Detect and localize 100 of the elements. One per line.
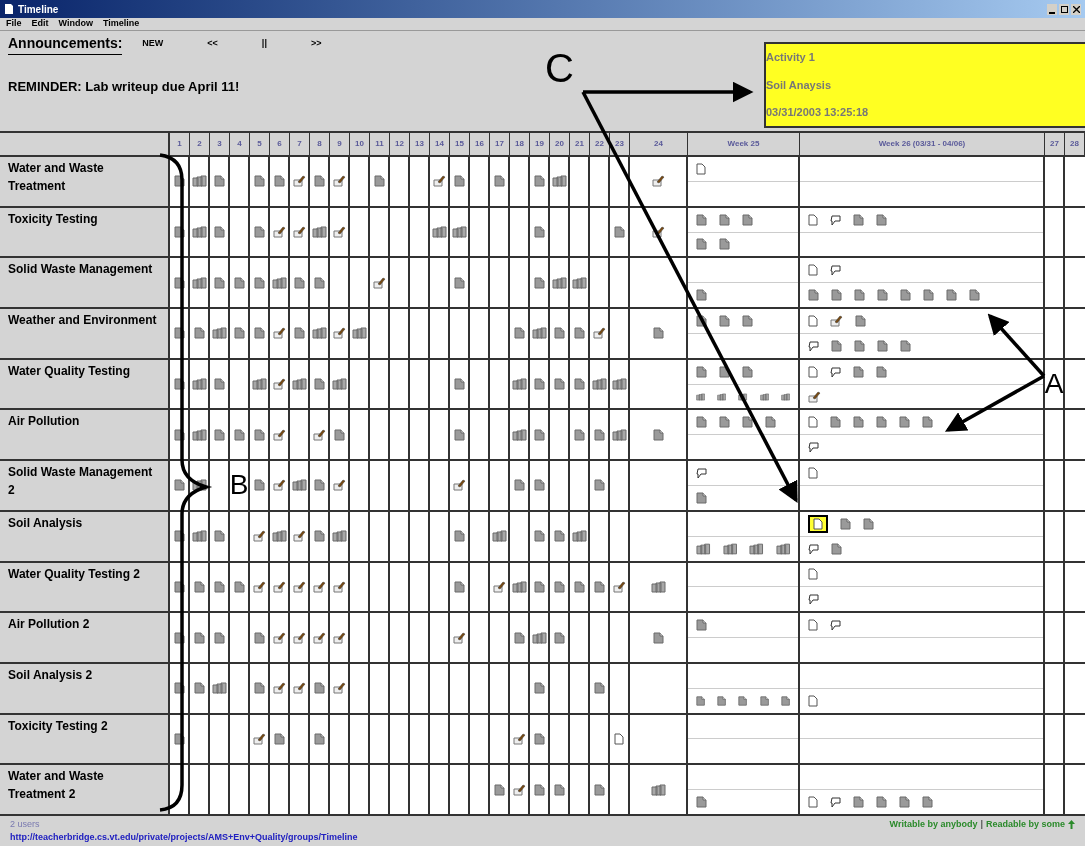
speech-bubble-icon[interactable] [830, 213, 841, 226]
announcement-control[interactable]: << [207, 37, 218, 51]
timeline-cell[interactable] [370, 207, 390, 257]
timeline-cell[interactable] [190, 511, 210, 561]
timeline-cell[interactable] [490, 461, 510, 510]
timeline-cell[interactable] [570, 309, 590, 358]
timeline-cell[interactable] [530, 562, 550, 612]
pencil-document-icon[interactable] [332, 479, 346, 492]
timeline-cell[interactable] [1065, 511, 1085, 561]
timeline-cell[interactable] [630, 765, 688, 814]
document-icon[interactable] [173, 428, 185, 441]
timeline-cell[interactable] [570, 410, 590, 460]
timeline-cell[interactable] [630, 410, 688, 460]
timeline-cell[interactable] [310, 511, 330, 561]
timeline-cell[interactable] [190, 765, 210, 814]
timeline-cell[interactable] [310, 359, 330, 409]
timeline-cell[interactable] [370, 258, 390, 308]
speech-bubble-icon[interactable] [808, 542, 819, 555]
pencil-document-icon[interactable] [372, 276, 386, 289]
timeline-cell[interactable] [530, 309, 550, 358]
timeline-cell[interactable] [330, 663, 350, 713]
timeline-cell[interactable] [310, 714, 330, 764]
timeline-cell[interactable] [570, 258, 590, 308]
timeline-cell[interactable] [590, 207, 610, 257]
timeline-cell[interactable] [590, 461, 610, 510]
timeline-cell[interactable] [590, 714, 610, 764]
timeline-cell[interactable] [1045, 410, 1065, 460]
timeline-cell[interactable] [1045, 613, 1065, 662]
timeline-cell[interactable] [330, 309, 350, 358]
timeline-cell[interactable] [250, 207, 270, 257]
timeline-cell[interactable] [1045, 258, 1065, 308]
page-icon[interactable] [808, 514, 828, 533]
timeline-cell[interactable] [330, 613, 350, 662]
pencil-document-icon[interactable] [272, 327, 286, 340]
timeline-cell[interactable] [290, 359, 310, 409]
timeline-cell[interactable] [230, 663, 250, 713]
timeline-cell[interactable] [250, 258, 270, 308]
timeline-cell[interactable] [610, 207, 630, 257]
timeline-cell[interactable] [310, 461, 330, 510]
document-icon[interactable] [173, 631, 185, 644]
timeline-cell[interactable] [350, 562, 370, 612]
timeline-cell[interactable] [350, 461, 370, 510]
pencil-document-icon[interactable] [272, 580, 286, 593]
timeline-cell[interactable] [230, 410, 250, 460]
timeline-cell[interactable] [270, 511, 290, 561]
timeline-cell[interactable] [490, 765, 510, 814]
pencil-document-icon[interactable] [332, 631, 346, 644]
timeline-cell[interactable] [590, 359, 610, 409]
timeline-cell[interactable] [470, 461, 490, 510]
pencil-document-icon[interactable] [292, 530, 306, 543]
timeline-cell[interactable] [530, 461, 550, 510]
timeline-cell[interactable] [630, 359, 688, 409]
pencil-document-icon[interactable] [312, 428, 326, 441]
timeline-cell[interactable] [290, 461, 310, 510]
timeline-cell[interactable] [1065, 765, 1085, 814]
timeline-cell[interactable] [350, 714, 370, 764]
timeline-cell[interactable] [370, 511, 390, 561]
speech-bubble-icon[interactable] [808, 593, 819, 606]
timeline-cell[interactable] [390, 765, 410, 814]
timeline-cell[interactable] [570, 461, 590, 510]
timeline-cell[interactable] [470, 511, 490, 561]
timeline-cell[interactable] [210, 258, 230, 308]
timeline-cell[interactable] [350, 663, 370, 713]
pencil-document-icon[interactable] [512, 732, 526, 745]
timeline-cell[interactable] [510, 663, 530, 713]
announcement-control[interactable]: || [261, 37, 267, 51]
timeline-cell[interactable] [230, 258, 250, 308]
timeline-cell[interactable] [570, 663, 590, 713]
timeline-cell[interactable] [1045, 207, 1065, 257]
timeline-cell[interactable] [330, 562, 350, 612]
timeline-cell[interactable] [270, 613, 290, 662]
timeline-cell[interactable] [1065, 410, 1085, 460]
timeline-cell[interactable] [190, 613, 210, 662]
pencil-document-icon[interactable] [452, 631, 466, 644]
document-icon[interactable] [173, 378, 185, 391]
pencil-document-icon[interactable] [332, 327, 346, 340]
timeline-cell[interactable] [210, 207, 230, 257]
timeline-cell[interactable] [270, 765, 290, 814]
timeline-cell[interactable] [230, 765, 250, 814]
timeline-cell[interactable] [590, 613, 610, 662]
timeline-cell[interactable] [290, 309, 310, 358]
timeline-cell[interactable] [270, 157, 290, 206]
timeline-cell[interactable] [370, 309, 390, 358]
document-icon[interactable] [173, 327, 185, 340]
timeline-cell[interactable] [350, 309, 370, 358]
timeline-cell[interactable]: B [230, 461, 250, 510]
timeline-cell[interactable] [370, 359, 390, 409]
timeline-cell[interactable] [590, 511, 610, 561]
speech-bubble-icon[interactable] [830, 796, 841, 808]
timeline-cell[interactable] [350, 511, 370, 561]
timeline-cell[interactable] [530, 359, 550, 409]
timeline-cell[interactable] [610, 258, 630, 308]
timeline-cell[interactable] [610, 613, 630, 662]
pencil-document-icon[interactable] [332, 226, 346, 239]
documents-icon[interactable] [191, 479, 207, 492]
timeline-cell[interactable] [490, 613, 510, 662]
timeline-cell[interactable] [490, 309, 510, 358]
timeline-cell[interactable] [550, 157, 570, 206]
timeline-cell[interactable] [290, 613, 310, 662]
timeline-cell[interactable] [550, 410, 570, 460]
